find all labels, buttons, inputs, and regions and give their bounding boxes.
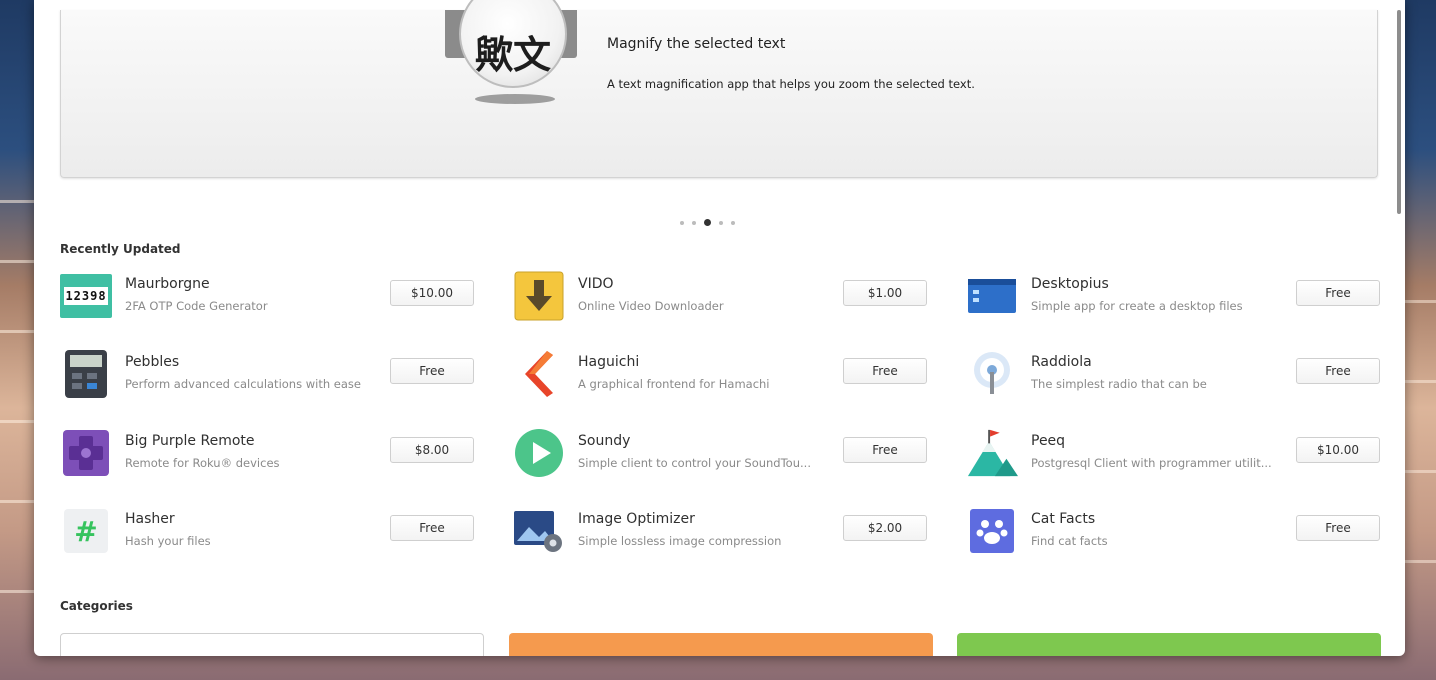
image-gear-icon: [513, 507, 565, 555]
app-tile[interactable]: VIDO Online Video Downloader $1.00: [513, 271, 933, 328]
radio-antenna-icon: [966, 350, 1018, 398]
price-button[interactable]: $10.00: [390, 280, 474, 306]
app-tile[interactable]: 12398 Maurborgne 2FA OTP Code Generator $10…: [60, 272, 480, 328]
app-name: Image Optimizer: [578, 511, 695, 527]
app-tile[interactable]: Image Optimizer Simple lossless image com…: [513, 507, 933, 563]
price-button[interactable]: $8.00: [390, 437, 474, 463]
banner-subtitle: Magnify the selected text: [607, 36, 786, 52]
app-name: Desktopius: [1031, 276, 1109, 292]
app-summary: Simple client to control your SoundTou..…: [578, 456, 811, 470]
app-name: Maurborgne: [125, 276, 210, 292]
app-summary: Perform advanced calculations with ease: [125, 377, 361, 391]
carousel-dot[interactable]: [692, 220, 696, 225]
app-name: Raddiola: [1031, 354, 1092, 370]
banner-glyph-right: 文: [513, 31, 552, 77]
app-summary: A graphical frontend for Hamachi: [578, 377, 770, 391]
recently-updated-title: Recently Updated: [60, 242, 181, 256]
download-arrow-icon: [513, 271, 565, 321]
price-button[interactable]: $10.00: [1296, 437, 1380, 463]
app-name: Soundy: [578, 433, 631, 449]
app-tile[interactable]: Big Purple Remote Remote for Roku® device…: [60, 429, 480, 485]
price-button[interactable]: Free: [1296, 358, 1380, 384]
app-tile[interactable]: Pebbles Perform advanced calculations wit…: [60, 350, 480, 406]
app-name: Haguichi: [578, 354, 640, 370]
app-summary: Postgresql Client with programmer utilit…: [1031, 456, 1272, 470]
price-button[interactable]: Free: [390, 515, 474, 541]
categories-title: Categories: [60, 599, 133, 613]
scrollbar[interactable]: [1397, 10, 1401, 214]
app-tile[interactable]: Soundy Simple client to control your Soun…: [513, 429, 933, 485]
magnifier-icon: 歟文: [445, 0, 585, 106]
otp-code-icon: 12398: [60, 272, 112, 320]
icon-text: #: [74, 514, 98, 548]
calculator-icon: [60, 350, 112, 398]
price-button[interactable]: $1.00: [843, 280, 927, 306]
category-card-3[interactable]: [957, 633, 1381, 656]
category-card-2[interactable]: [509, 633, 933, 656]
price-button[interactable]: Free: [390, 358, 474, 384]
mountain-flag-icon: [966, 429, 1018, 477]
app-summary: Find cat facts: [1031, 534, 1108, 548]
category-card-1[interactable]: [60, 633, 484, 656]
paw-icon: [966, 507, 1018, 555]
app-tile[interactable]: Cat Facts Find cat facts Free: [966, 507, 1386, 563]
chevron-logo-icon: [513, 350, 565, 398]
app-name: VIDO: [578, 276, 614, 292]
app-tile[interactable]: Haguichi A graphical frontend for Hamachi…: [513, 350, 933, 406]
app-summary: Remote for Roku® devices: [125, 456, 280, 470]
play-circle-icon: [513, 429, 565, 477]
price-button[interactable]: $2.00: [843, 515, 927, 541]
app-summary: Simple app for create a desktop files: [1031, 299, 1243, 313]
app-center-window: 歟文 Magnify the selected text A text magn…: [34, 0, 1405, 656]
app-tile[interactable]: # Hasher Hash your files Free: [60, 507, 480, 563]
carousel-dot[interactable]: [680, 220, 684, 225]
banner-description: A text magnification app that helps you …: [607, 77, 975, 91]
app-summary: Hash your files: [125, 534, 211, 548]
dpad-remote-icon: [60, 429, 112, 477]
app-tile[interactable]: Raddiola The simplest radio that can be Fr…: [966, 350, 1386, 406]
banner-glyph-left: 歟: [474, 31, 513, 77]
icon-text: 12398: [64, 287, 108, 305]
app-summary: 2FA OTP Code Generator: [125, 299, 268, 313]
app-summary: Simple lossless image compression: [578, 534, 782, 548]
price-button[interactable]: Free: [843, 358, 927, 384]
app-name: Cat Facts: [1031, 511, 1096, 527]
carousel-dot[interactable]: [731, 220, 735, 225]
app-name: Hasher: [125, 511, 175, 527]
price-button[interactable]: Free: [843, 437, 927, 463]
app-name: Peeq: [1031, 433, 1066, 449]
desktop-file-icon: [966, 272, 1018, 320]
hash-icon: #: [60, 507, 112, 555]
app-summary: Online Video Downloader: [578, 299, 724, 313]
carousel-dots: [680, 219, 735, 226]
featured-banner[interactable]: 歟文 Magnify the selected text A text magn…: [60, 0, 1378, 178]
carousel-dot[interactable]: [719, 220, 723, 225]
price-button[interactable]: Free: [1296, 515, 1380, 541]
app-tile[interactable]: Desktopius Simple app for create a deskto…: [966, 272, 1386, 328]
app-summary: The simplest radio that can be: [1031, 377, 1207, 391]
price-button[interactable]: Free: [1296, 280, 1380, 306]
carousel-dot[interactable]: [704, 219, 711, 226]
app-tile[interactable]: Peeq Postgresql Client with programmer ut…: [966, 429, 1386, 485]
app-name: Pebbles: [125, 354, 180, 370]
app-name: Big Purple Remote: [125, 433, 255, 449]
